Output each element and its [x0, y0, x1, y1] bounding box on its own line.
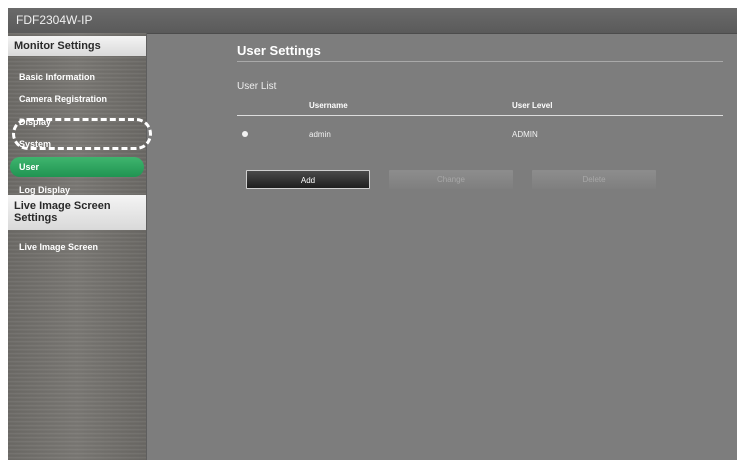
user-row-level: ADMIN	[512, 130, 538, 139]
section-live-image-screen-settings[interactable]: Live Image Screen Settings	[8, 195, 146, 230]
user-row-radio[interactable]	[242, 131, 248, 137]
delete-button[interactable]: Delete	[532, 170, 656, 189]
table-header-divider	[237, 115, 723, 116]
change-button[interactable]: Change	[389, 170, 513, 189]
user-row-username: admin	[309, 130, 331, 139]
app-window: FDF2304W-IP Monitor Settings Basic Infor…	[8, 8, 737, 460]
section-monitor-settings[interactable]: Monitor Settings	[8, 36, 146, 56]
sidebar-item-system[interactable]: System	[8, 134, 146, 154]
sidebar-item-live-image-screen[interactable]: Live Image Screen	[8, 237, 146, 257]
sidebar-item-camera-registration[interactable]: Camera Registration	[8, 89, 146, 109]
sidebar-item-user[interactable]: User	[10, 157, 144, 177]
title-bar: FDF2304W-IP	[8, 8, 737, 34]
main-content: User Settings User List Username User Le…	[147, 33, 737, 460]
column-header-username: Username	[309, 101, 348, 110]
column-header-user-level: User Level	[512, 101, 553, 110]
sidebar-item-display[interactable]: Display	[8, 112, 146, 132]
user-list-label: User List	[237, 81, 277, 92]
sidebar: Monitor Settings Basic Information Camer…	[8, 33, 147, 460]
add-button[interactable]: Add	[246, 170, 370, 189]
sidebar-item-basic-information[interactable]: Basic Information	[8, 67, 146, 87]
app-title: FDF2304W-IP	[16, 13, 93, 27]
title-divider	[237, 61, 723, 62]
page-title: User Settings	[237, 43, 321, 58]
